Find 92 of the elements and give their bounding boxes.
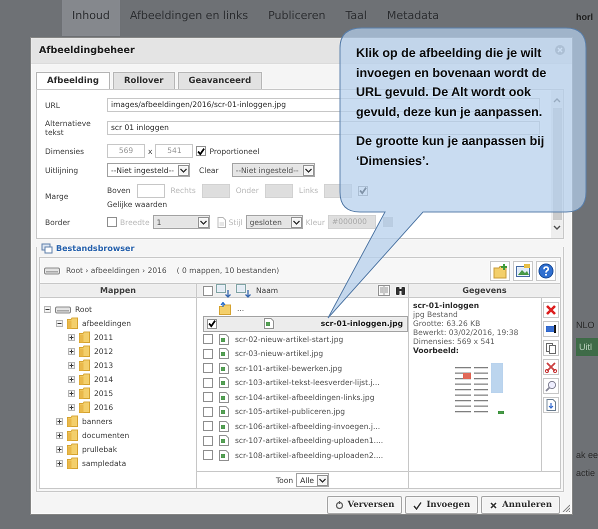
copy-icon[interactable] bbox=[543, 340, 559, 356]
image-file-icon bbox=[219, 348, 229, 360]
collapse-icon[interactable] bbox=[44, 306, 51, 313]
expand-icon[interactable] bbox=[68, 404, 75, 411]
image-file-icon bbox=[219, 435, 229, 446]
caret-icon bbox=[290, 216, 302, 228]
image-file-icon bbox=[219, 377, 229, 388]
page-text: actie bbox=[576, 468, 596, 478]
folder-icon bbox=[67, 443, 78, 456]
file-checkbox[interactable] bbox=[203, 392, 213, 402]
caret-icon bbox=[198, 216, 209, 228]
help-icon[interactable] bbox=[536, 260, 556, 281]
select-all-checkbox[interactable] bbox=[203, 286, 213, 296]
expand-icon[interactable] bbox=[56, 418, 63, 425]
delete-icon[interactable] bbox=[543, 302, 559, 318]
folder-up-icon[interactable] bbox=[219, 302, 231, 315]
menu-item[interactable]: Inhoud bbox=[62, 0, 120, 36]
image-file-icon bbox=[219, 450, 229, 461]
file-browser-icon bbox=[41, 243, 53, 254]
page-button[interactable]: Uitl bbox=[576, 338, 598, 356]
folder-icon bbox=[67, 317, 78, 330]
tab[interactable]: Rollover bbox=[112, 72, 175, 89]
caret-icon bbox=[302, 164, 314, 176]
zoom-icon[interactable] bbox=[543, 378, 559, 394]
expand-icon[interactable] bbox=[68, 348, 75, 355]
insert-file-icon[interactable] bbox=[543, 397, 559, 414]
refresh-icon bbox=[334, 500, 344, 510]
file-checkbox[interactable] bbox=[203, 348, 213, 359]
image-upload-icon[interactable] bbox=[513, 260, 533, 281]
cancel-button[interactable]: Annuleren bbox=[481, 496, 560, 514]
expand-icon[interactable] bbox=[56, 446, 63, 453]
folder-icon bbox=[67, 415, 78, 428]
view-toggle-icon[interactable] bbox=[378, 285, 390, 296]
sort-icon[interactable] bbox=[216, 284, 231, 298]
file-checkbox[interactable] bbox=[203, 406, 213, 417]
image-file-icon bbox=[264, 318, 274, 330]
folder-icon bbox=[79, 331, 90, 344]
tab[interactable]: Afbeelding bbox=[36, 72, 110, 89]
folder-icon bbox=[79, 401, 90, 414]
page-text: NLO bbox=[576, 320, 596, 330]
margin-field[interactable] bbox=[136, 184, 165, 198]
file-checkbox[interactable] bbox=[207, 318, 217, 329]
expand-icon[interactable] bbox=[68, 362, 75, 369]
folder-icon bbox=[79, 359, 90, 372]
resize-grip-icon[interactable] bbox=[562, 504, 570, 512]
file-checkbox[interactable] bbox=[203, 334, 213, 344]
folder-icon bbox=[67, 457, 78, 470]
proportional-checkbox[interactable] bbox=[196, 146, 206, 156]
expand-icon[interactable] bbox=[56, 432, 63, 439]
expand-icon[interactable] bbox=[68, 334, 75, 341]
scroll-down-icon[interactable] bbox=[552, 224, 562, 232]
collapse-icon[interactable] bbox=[56, 320, 63, 327]
close-icon bbox=[489, 500, 498, 510]
binoculars-icon[interactable] bbox=[395, 285, 406, 296]
expand-icon[interactable] bbox=[68, 376, 75, 383]
rename-icon[interactable] bbox=[543, 321, 559, 338]
border-checkbox[interactable] bbox=[107, 217, 117, 228]
file-checkbox[interactable] bbox=[203, 450, 213, 460]
tab[interactable]: Geavanceerd bbox=[178, 72, 262, 89]
drive-icon bbox=[55, 304, 71, 315]
folder-icon bbox=[79, 373, 90, 386]
expand-icon[interactable] bbox=[68, 390, 75, 397]
file-checkbox[interactable] bbox=[203, 421, 213, 432]
callout-text: De grootte kun je aanpassen bij ‘Dimensies’. bbox=[356, 133, 546, 170]
style-icon bbox=[216, 216, 226, 228]
folder-icon bbox=[67, 429, 78, 442]
insert-button[interactable]: Invoegen bbox=[405, 496, 478, 514]
image-file-icon bbox=[219, 362, 229, 374]
page-text: ak ee bbox=[576, 450, 598, 460]
cut-icon[interactable] bbox=[543, 359, 559, 376]
file-checkbox[interactable] bbox=[203, 363, 213, 374]
drive-icon bbox=[44, 265, 60, 276]
expand-icon[interactable] bbox=[56, 460, 63, 467]
refresh-button[interactable]: Verversen bbox=[326, 496, 402, 514]
image-file-icon bbox=[219, 406, 229, 418]
sort-icon[interactable] bbox=[236, 284, 251, 298]
column-header: Mappen bbox=[40, 284, 196, 298]
image-file-icon bbox=[219, 392, 229, 403]
folder-icon bbox=[79, 387, 90, 400]
checkmark-icon bbox=[413, 500, 422, 510]
file-browser-legend: Bestandsbrowser bbox=[56, 244, 138, 254]
page-text: horl bbox=[576, 12, 594, 22]
column-header: Gegevens bbox=[409, 284, 560, 298]
dialog-title: Afbeeldingbeheer bbox=[39, 44, 135, 56]
folder-icon bbox=[79, 345, 90, 358]
file-checkbox[interactable] bbox=[203, 378, 213, 388]
caret-icon bbox=[317, 474, 328, 486]
caret-icon bbox=[178, 164, 189, 176]
image-file-icon bbox=[219, 420, 229, 432]
file-checkbox[interactable] bbox=[203, 436, 213, 446]
image-file-icon bbox=[219, 334, 229, 345]
new-folder-icon[interactable] bbox=[490, 260, 510, 281]
